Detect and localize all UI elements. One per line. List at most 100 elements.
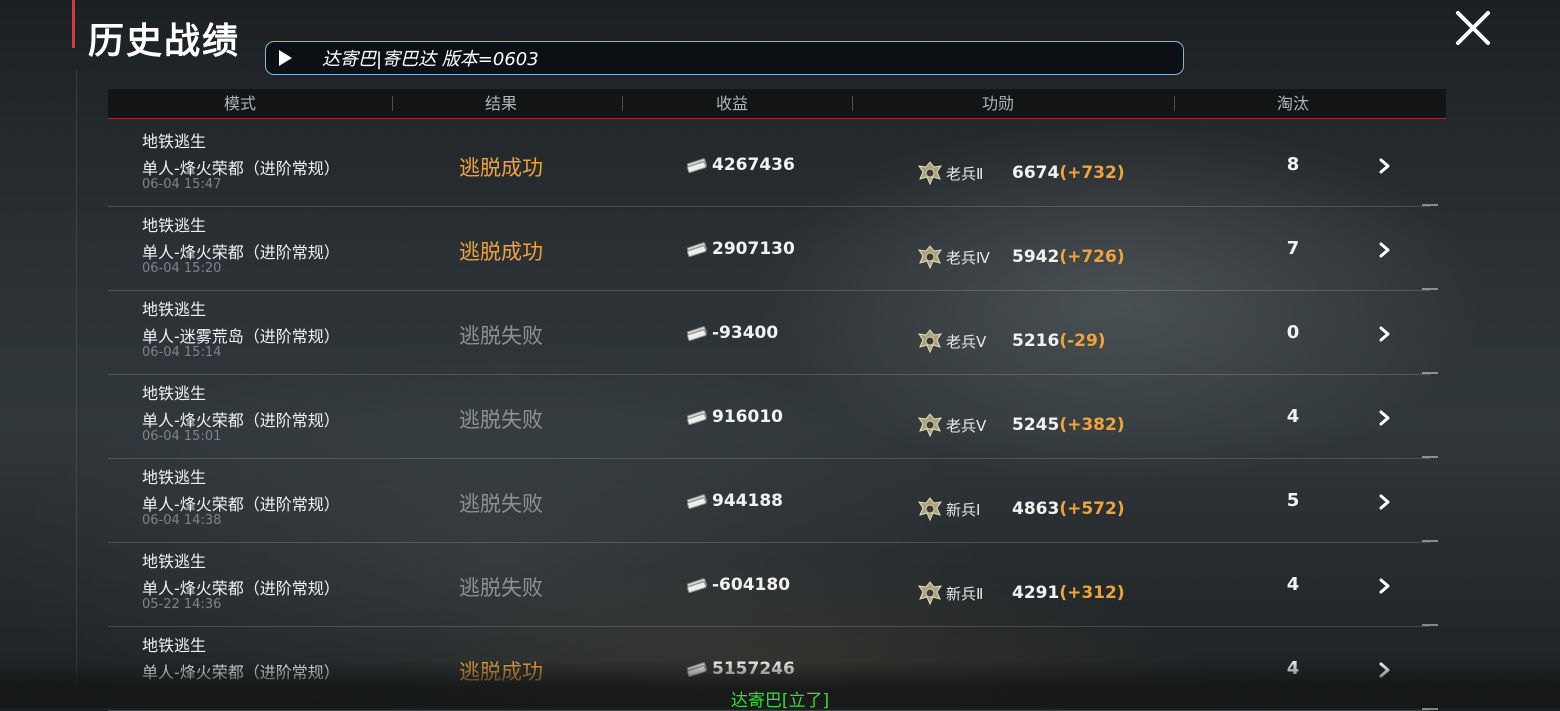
income-value-group: -93400 [686,323,778,343]
money-icon [686,242,708,257]
match-time: 05-22 14:36 [142,597,222,612]
merit-group: 老兵Ⅳ 5942 (+726) [916,244,1125,270]
rank-badge-icon [917,245,943,270]
result-status: 逃脱失败 [459,324,543,348]
income-value: 944188 [712,491,783,511]
income-value: 916010 [712,407,783,427]
rank-name: 老兵Ⅳ [946,248,990,267]
frame-divider [76,70,77,690]
banner-text: 达寄巴|寄巴达 版本=0603 [322,49,539,70]
header-divider [852,96,853,111]
merit-delta: (+312) [1059,583,1125,603]
row-detail-chevron-icon[interactable] [1376,326,1392,342]
kills-count: 0 [1286,322,1300,343]
page-title: 历史战绩 [88,21,241,62]
header-result: 结果 [484,94,517,113]
mode-detail: 单人-烽火荣都（进阶常规） [142,159,340,178]
merit-group: 老兵Ⅴ 5245 (+382) [916,412,1125,438]
result-status: 逃脱成功 [459,240,543,264]
money-icon [686,578,708,593]
row-detail-chevron-icon[interactable] [1376,410,1392,426]
header-divider [392,96,393,111]
money-icon [686,158,708,173]
row-detail-chevron-icon[interactable] [1376,578,1392,594]
kills-count: 5 [1286,490,1300,511]
row-detail-chevron-icon[interactable] [1376,158,1392,174]
income-value: -604180 [712,575,791,595]
match-time: 06-04 15:20 [142,261,222,276]
rank-badge-icon [917,161,943,186]
income-value-group: 4267436 [686,155,795,175]
kills-count: 4 [1286,574,1300,595]
merit-group: 新兵Ⅱ 4291 (+312) [916,580,1125,606]
mode-name: 地铁逃生 [142,216,207,235]
merit-value: 4863 [1012,499,1060,519]
income-value-group: 2907130 [686,239,795,259]
rank-badge-icon [917,497,943,522]
mode-name: 地铁逃生 [142,552,207,571]
mode-detail: 单人-迷雾荒岛（进阶常规） [142,327,340,346]
mode-name: 地铁逃生 [142,300,207,319]
money-icon [686,494,708,509]
mode-detail: 单人-烽火荣都（进阶常规） [142,243,340,262]
rank-name: 新兵Ⅱ [946,584,984,603]
header-mode: 模式 [223,94,256,113]
income-value-group: 944188 [686,491,783,511]
close-button[interactable] [1452,8,1494,48]
table-row[interactable]: 地铁逃生单人-烽火荣都（进阶常规） 06-04 15:20 逃脱成功 2907130 老… [108,206,1430,291]
rank-badge-icon [917,581,943,606]
merit-delta: (+572) [1059,499,1125,519]
table-row[interactable]: 地铁逃生单人-烽火荣都（进阶常规） 05-22 14:36 逃脱失败 -604180 新… [108,542,1430,627]
table-row[interactable]: 地铁逃生 单人-烽火荣都（进阶常规） 06-04 14:38 逃脱失败 944188 新兵… [108,458,1430,543]
table-row[interactable]: 地铁逃生 单人-迷雾荒岛（进阶常规） 06-04 15:14 逃脱失败 -93400 老兵… [108,290,1430,375]
mode-detail: 单人-烽火荣都（进阶常规） [142,495,340,514]
mode-name: 地铁逃生 [142,468,207,487]
merit-group: 老兵Ⅴ 5216 (-29) [916,328,1106,354]
kills-count: 8 [1286,154,1300,175]
table-header: 模式 结果 收益 功勋 淘汰 [108,89,1446,119]
match-time: 06-04 15:01 [142,429,222,444]
money-icon [686,410,708,425]
header-divider [1174,96,1175,111]
rank-name: 老兵Ⅴ [946,332,987,351]
merit-value: 5942 [1012,247,1060,267]
mode-name: 地铁逃生 [142,132,207,151]
result-status: 逃脱失败 [459,408,543,432]
merit-delta: (+382) [1059,415,1125,435]
notice-banner[interactable]: 达寄巴|寄巴达 版本=0603 [265,41,1184,75]
rank-badge-icon [917,413,943,438]
match-time: 06-04 14:38 [142,513,222,528]
header-merit: 功勋 [981,94,1014,113]
merit-value: 6674 [1012,163,1060,183]
row-detail-chevron-icon[interactable] [1376,242,1392,258]
result-status: 逃脱成功 [459,156,543,180]
income-value: 2907130 [712,239,795,259]
table-row[interactable]: 地铁逃生 单人-烽火荣都（进阶常规） 06-04 15:47 逃脱成功 4267436 老… [108,122,1430,207]
header-divider [622,96,623,111]
table-row[interactable]: 地铁逃生单人-烽火荣都（进阶常规） 06-04 15:01 逃脱失败 916010 老兵… [108,374,1430,459]
play-icon [279,50,292,66]
close-icon [1456,11,1490,45]
merit-value: 5245 [1012,415,1060,435]
mode-name: 地铁逃生 [142,384,207,403]
mode-detail: 单人-烽火荣都（进阶常规） [142,579,340,598]
subtitle-text: 达寄巴[立了] [730,691,830,711]
income-value: -93400 [712,323,779,343]
kills-count: 7 [1286,238,1300,259]
merit-value: 5216 [1012,331,1060,351]
merit-delta: (+732) [1059,163,1125,183]
rank-badge-icon [917,329,943,354]
merit-group: 老兵Ⅱ 6674 (+732) [916,160,1125,186]
header-income: 收益 [715,94,748,113]
row-detail-chevron-icon[interactable] [1376,494,1392,510]
rank-name: 老兵Ⅴ [946,416,987,435]
income-value-group: -604180 [686,575,790,595]
mode-name: 地铁逃生 [142,636,207,655]
merit-group: 新兵Ⅰ 4863 (+572) [916,496,1125,522]
merit-delta: (+726) [1059,247,1125,267]
mode-detail: 单人-烽火荣都（进阶常规） [142,411,340,430]
merit-value: 4291 [1012,583,1060,603]
title-accent-bar [72,0,75,48]
income-value: 4267436 [712,155,795,175]
result-status: 逃脱失败 [459,576,543,600]
